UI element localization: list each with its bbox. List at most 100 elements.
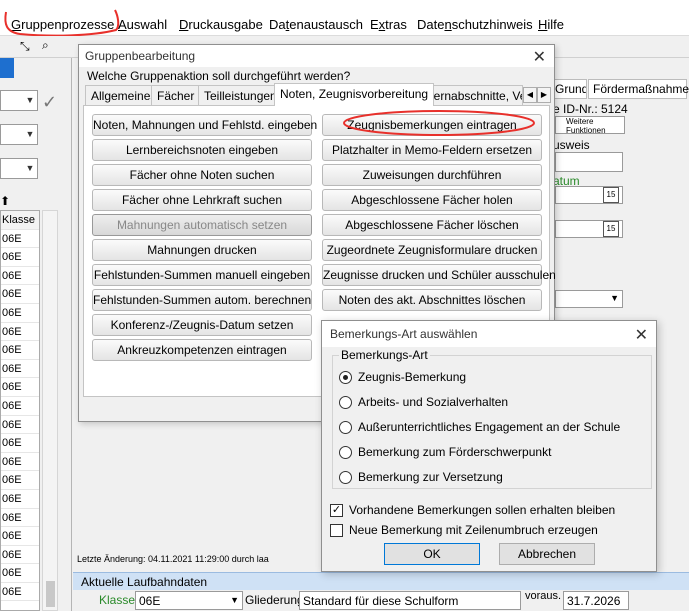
action-button-right-3[interactable]: Abgeschlossene Fächer holen xyxy=(322,189,542,211)
close-icon[interactable]: ✕ xyxy=(533,47,546,67)
menu-extras[interactable]: Extras xyxy=(370,17,407,32)
menu-auswahl-text: uswahl xyxy=(126,17,168,32)
scrollbar-thumb[interactable] xyxy=(46,581,55,607)
menu-datenaustausch[interactable]: Datenaustausch xyxy=(269,17,363,32)
radio-button[interactable] xyxy=(339,446,352,459)
list-item[interactable]: 06E xyxy=(1,490,39,509)
group-edit-title: Gruppenbearbeitung xyxy=(85,49,196,63)
ok-button[interactable]: OK xyxy=(384,543,480,565)
tab-teilleistungen[interactable]: Teilleistungen xyxy=(198,85,283,105)
action-button-left-7[interactable]: Fehlstunden-Summen autom. berechnen xyxy=(92,289,312,311)
calendar-icon[interactable]: 15 xyxy=(603,221,619,237)
left-filter-combo-3[interactable]: ▼ xyxy=(0,158,38,179)
tab-lernabschnitte[interactable]: Lernabschnitte, Ver xyxy=(421,85,523,105)
list-item[interactable]: 06E xyxy=(1,323,39,342)
list-item[interactable]: 06E xyxy=(1,397,39,416)
list-item[interactable]: 06E xyxy=(1,378,39,397)
action-button-right-0[interactable]: Zeugnisbemerkungen eintragen xyxy=(322,114,542,136)
list-item[interactable]: 06E xyxy=(1,230,39,249)
group-edit-question: Welche Gruppenaktion soll durchgeführt w… xyxy=(87,69,351,83)
menu-datenschutzhinweis-text: schutzhinweis xyxy=(451,17,533,32)
list-item[interactable]: 06E xyxy=(1,360,39,379)
list-item[interactable]: 06E xyxy=(1,453,39,472)
action-button-left-6[interactable]: Fehlstunden-Summen manuell eingeben xyxy=(92,264,312,286)
action-button-right-6[interactable]: Zeugnisse drucken und Schüler ausschulen xyxy=(322,264,556,286)
list-item[interactable]: 06E xyxy=(1,341,39,360)
checkmark-icon[interactable]: ✓ xyxy=(42,92,57,113)
radio-label: Außerunterrichtliches Engagement an der … xyxy=(358,420,621,434)
close-icon[interactable]: ✕ xyxy=(635,325,648,345)
action-button-left-8[interactable]: Konferenz-/Zeugnis-Datum setzen xyxy=(92,314,312,336)
menu-datenschutzhinweis-mnemonic: n xyxy=(444,17,452,32)
chevron-down-icon: ▼ xyxy=(25,95,35,105)
ausweis-field[interactable] xyxy=(555,152,623,172)
remark-type-dialog: Bemerkungs-Art auswählen ✕ Bemerkungs-Art… xyxy=(321,320,657,572)
action-button-left-1[interactable]: Lernbereichsnoten eingeben xyxy=(92,139,312,161)
tab-foerdermassnahmen[interactable]: Fördermaßnahmen xyxy=(588,79,689,99)
voraus-label: voraus. Abschl. xyxy=(525,590,561,602)
gliederung-value: Standard für diese Schulform xyxy=(303,594,459,608)
calendar-icon[interactable]: 15 xyxy=(603,187,619,203)
toolbar-pointer-icon[interactable]: ⤡ xyxy=(20,39,30,54)
list-item[interactable]: 06E xyxy=(1,583,39,602)
tab-grundinfo[interactable]: Grundinfo xyxy=(550,79,587,99)
menu-datenschutzhinweis[interactable]: Datenschutzhinweis xyxy=(417,17,533,32)
radio-button[interactable] xyxy=(339,371,352,384)
menu-druckausgabe[interactable]: Druckausgabe xyxy=(179,17,263,32)
action-button-left-3[interactable]: Fächer ohne Lehrkraft suchen xyxy=(92,189,312,211)
chevron-left-icon[interactable]: ◀ xyxy=(523,87,537,103)
action-button-right-4[interactable]: Abgeschlossene Fächer löschen xyxy=(322,214,542,236)
student-list-scrollbar[interactable] xyxy=(42,210,58,611)
laufbahn-row: Klasse 06E ▼ Gliederung Standard für dies… xyxy=(73,590,689,611)
left-filter-combo-1[interactable]: ▼ xyxy=(0,90,38,111)
radio-button[interactable] xyxy=(339,471,352,484)
list-item[interactable]: 06E xyxy=(1,527,39,546)
tab-faecher[interactable]: Fächer xyxy=(151,85,201,105)
voraus-field[interactable]: 31.7.2026 xyxy=(563,591,629,610)
list-item[interactable]: 06E xyxy=(1,546,39,565)
weitere-funktionen-label: Weitere Funktionen xyxy=(566,117,606,135)
radio-button[interactable] xyxy=(339,396,352,409)
action-button-left-2[interactable]: Fächer ohne Noten suchen xyxy=(92,164,312,186)
action-button-left-0[interactable]: Noten, Mahnungen und Fehlstd. eingeben xyxy=(92,114,317,136)
gliederung-combo[interactable]: Standard für diese Schulform xyxy=(299,591,521,610)
list-item[interactable]: 06E xyxy=(1,248,39,267)
action-button-left-4[interactable]: Mahnungen automatisch setzen xyxy=(92,214,312,236)
left-panel-tab[interactable] xyxy=(0,58,14,78)
klasse-combo[interactable]: 06E ▼ xyxy=(135,591,243,610)
radio-label: Zeugnis-Bemerkung xyxy=(358,370,467,384)
checkbox[interactable] xyxy=(330,524,343,537)
sort-arrow-icon[interactable]: ⬆ xyxy=(0,194,10,208)
list-item[interactable]: 06E xyxy=(1,564,39,583)
checkbox[interactable]: ✓ xyxy=(330,504,343,517)
action-button-left-9[interactable]: Ankreuzkompetenzen eintragen xyxy=(92,339,312,361)
list-item[interactable]: 06E xyxy=(1,471,39,490)
menu-hilfe[interactable]: Hilfe xyxy=(538,17,564,32)
radio-button[interactable] xyxy=(339,421,352,434)
list-item[interactable]: 06E xyxy=(1,285,39,304)
tab-noten-zeugnisvorbereitung[interactable]: Noten, Zeugnisvorbereitung xyxy=(274,83,435,106)
action-button-right-5[interactable]: Zugeordnete Zeugnisformulare drucken xyxy=(322,239,542,261)
toolbar-search-icon[interactable]: ⌕ xyxy=(42,38,49,53)
list-item[interactable]: 06E xyxy=(1,416,39,435)
list-header-klasse[interactable]: Klasse xyxy=(1,211,39,230)
laufbahn-title: Aktuelle Laufbahndaten xyxy=(81,575,208,589)
background-combo[interactable]: ▼ xyxy=(555,290,623,308)
action-button-right-1[interactable]: Platzhalter in Memo-Feldern ersetzen xyxy=(322,139,542,161)
action-button-right-7[interactable]: Noten des akt. Abschnittes löschen xyxy=(322,289,542,311)
action-button-right-2[interactable]: Zuweisungen durchführen xyxy=(322,164,542,186)
list-item[interactable]: 06E xyxy=(1,509,39,528)
menu-datenschutzhinweis-pre: Date xyxy=(417,17,445,32)
weitere-funktionen-button[interactable]: Weitere Funktionen xyxy=(555,116,625,135)
list-item[interactable]: 06E xyxy=(1,267,39,286)
student-list[interactable]: Klasse 06E 06E 06E 06E 06E 06E 06E 06E 06E 06E 06E 0… xyxy=(0,210,40,611)
list-item[interactable]: 06E xyxy=(1,304,39,323)
chevron-down-icon: ▼ xyxy=(610,293,619,303)
cancel-button[interactable]: Abbrechen xyxy=(499,543,595,565)
menu-hilfe-mnemonic: H xyxy=(538,17,548,32)
left-filter-combo-2[interactable]: ▼ xyxy=(0,124,38,145)
chevron-right-icon[interactable]: ▶ xyxy=(537,87,551,103)
list-item[interactable]: 06E xyxy=(1,434,39,453)
menu-auswahl[interactable]: Auswahl xyxy=(118,17,167,32)
action-button-left-5[interactable]: Mahnungen drucken xyxy=(92,239,312,261)
